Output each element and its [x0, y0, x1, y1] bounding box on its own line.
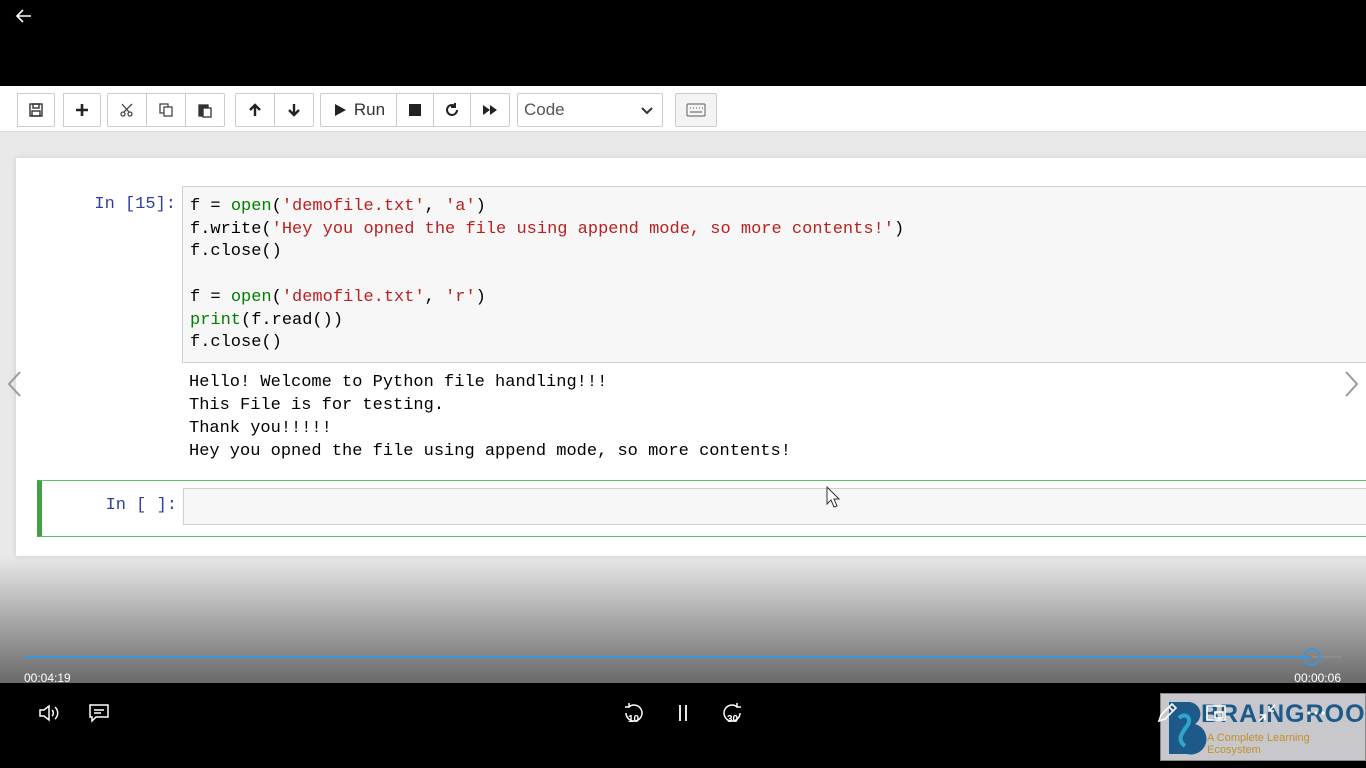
next-button[interactable] — [1341, 369, 1361, 399]
code-line: f.close() — [190, 242, 282, 262]
cell-type-select[interactable]: Code — [517, 93, 663, 127]
subtitles-icon — [89, 704, 109, 723]
forward-seconds: 30 — [727, 714, 739, 725]
paste-icon — [198, 104, 212, 118]
move-up-button[interactable] — [235, 93, 275, 127]
pause-button[interactable] — [667, 697, 699, 729]
notebook-container: In [15]: f = open('demofile.txt', 'a') f… — [16, 158, 1366, 556]
run-label: Run — [353, 100, 386, 119]
fast-forward-icon — [483, 105, 497, 115]
pen-button[interactable] — [1151, 697, 1183, 729]
pen-icon — [1157, 702, 1178, 723]
interrupt-button[interactable] — [396, 93, 434, 127]
plus-icon — [76, 104, 88, 116]
run-group: Run — [320, 93, 510, 127]
seek-bar-thumb[interactable] — [1302, 648, 1321, 666]
seek-bar[interactable] — [24, 648, 1342, 666]
volume-button[interactable] — [33, 697, 65, 729]
exit-fullscreen-button[interactable] — [1251, 697, 1283, 729]
command-palette-button[interactable] — [675, 93, 717, 127]
code-cell-input[interactable]: f = open('demofile.txt', 'a') f.write('H… — [182, 186, 1366, 363]
top-bar — [0, 0, 1366, 86]
chevron-right-icon — [1345, 371, 1359, 397]
cut-button[interactable] — [107, 93, 147, 127]
code-line: f.write('Hey you opned the file using ap… — [190, 219, 905, 239]
active-code-cell[interactable]: In [ ]: — [37, 480, 1366, 537]
more-button[interactable] — [1300, 697, 1332, 729]
stop-icon — [409, 104, 421, 116]
arrow-down-icon — [288, 104, 300, 117]
save-button[interactable] — [17, 93, 55, 127]
arrow-up-icon — [249, 103, 261, 116]
empty-code-input[interactable] — [183, 488, 1366, 525]
code-block: f = open('demofile.txt', 'a') f.write('H… — [183, 187, 1366, 355]
miniview-button[interactable] — [1200, 697, 1232, 729]
chevron-down-icon — [641, 107, 653, 115]
rewind-seconds: 10 — [628, 714, 640, 725]
insert-cell-button[interactable] — [63, 93, 101, 127]
restart-button[interactable] — [433, 93, 471, 127]
pause-icon — [679, 705, 687, 721]
miniview-icon — [1206, 705, 1226, 721]
previous-button[interactable] — [5, 369, 25, 399]
rewind-button[interactable]: 10 — [617, 697, 649, 729]
forward-button[interactable]: 30 — [717, 697, 749, 729]
exit-fullscreen-icon — [1258, 704, 1276, 722]
watermark-tagline: A Complete Learning Ecosystem — [1207, 732, 1310, 756]
copy-icon — [159, 103, 173, 117]
volume-icon — [39, 704, 59, 722]
restart-icon — [446, 103, 458, 116]
back-arrow-icon — [15, 9, 31, 23]
save-group — [17, 93, 55, 127]
seek-bar-fill — [24, 656, 1312, 658]
code-line: f.close() — [190, 333, 282, 353]
cell-output: Hello! Welcome to Python file handling!!… — [189, 371, 791, 463]
copy-button[interactable] — [146, 93, 186, 127]
paste-button[interactable] — [185, 93, 225, 127]
code-line: print(f.read()) — [190, 310, 344, 330]
controls-gradient — [0, 556, 1366, 683]
edit-group — [107, 93, 225, 127]
input-prompt: In [15]: — [94, 195, 176, 214]
code-line: f = open('demofile.txt', 'r') — [190, 287, 486, 307]
subtitles-button[interactable] — [83, 697, 115, 729]
empty-input-prompt: In [ ]: — [105, 496, 177, 515]
insert-group — [63, 93, 101, 127]
move-down-button[interactable] — [274, 93, 314, 127]
play-icon — [334, 104, 346, 116]
chevron-left-icon — [7, 371, 21, 397]
cell-type-value: Code — [524, 100, 565, 119]
move-group — [235, 93, 314, 127]
run-all-button[interactable] — [470, 93, 510, 127]
output-line: Hey you opned the file using append mode… — [189, 442, 791, 461]
output-line: Thank you!!!!! — [189, 419, 332, 438]
save-icon — [29, 103, 43, 117]
back-button[interactable] — [12, 4, 36, 28]
video-frame[interactable]: Run Code In [15]: f = open('demofile.txt… — [0, 86, 1366, 683]
keyboard-icon — [686, 103, 706, 117]
mouse-cursor-icon — [826, 486, 840, 508]
output-line: This File is for testing. — [189, 396, 445, 415]
code-line: f = open('demofile.txt', 'a') — [190, 197, 486, 216]
more-icon — [1307, 711, 1325, 715]
run-button[interactable]: Run — [320, 93, 397, 127]
output-line: Hello! Welcome to Python file handling!!… — [189, 373, 608, 392]
notebook-toolbar: Run Code — [0, 86, 1366, 132]
cut-icon — [120, 103, 133, 117]
